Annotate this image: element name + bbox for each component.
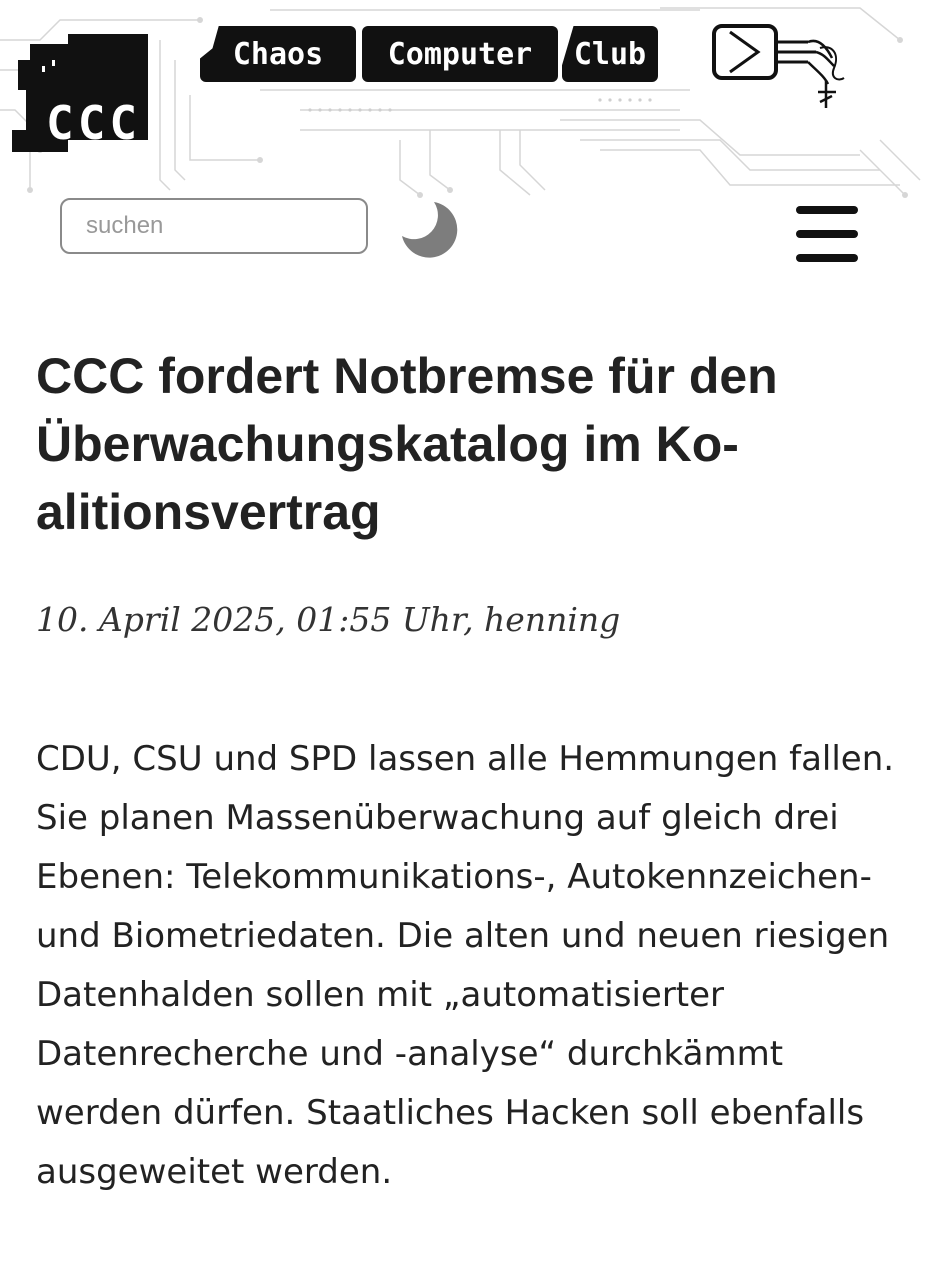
site-header: CCC Chaos Computer Club <box>0 0 926 200</box>
banner-chaos: Chaos <box>200 26 356 82</box>
ccc-logo-text: CCC <box>46 96 142 150</box>
article-body: CDU, CSU und SPD lassen alle Hemmungen f… <box>36 739 895 1192</box>
search-input[interactable] <box>60 198 368 254</box>
banner-computer: Computer <box>362 26 558 82</box>
moon-icon[interactable] <box>398 198 462 262</box>
article-meta: 10. April 2025, 01:55 Uhr, henning <box>36 600 621 639</box>
hamburger-menu-icon[interactable] <box>796 200 862 264</box>
menu-bar <box>796 206 858 214</box>
plug-logo-icon <box>712 24 845 108</box>
menu-bar <box>796 254 858 262</box>
menu-bar <box>796 230 858 238</box>
banner-club: Club <box>562 26 658 82</box>
ccc-logo[interactable]: CCC <box>8 30 156 156</box>
article-title: CCC fordert Notbremse für den Überwachun… <box>36 348 778 540</box>
